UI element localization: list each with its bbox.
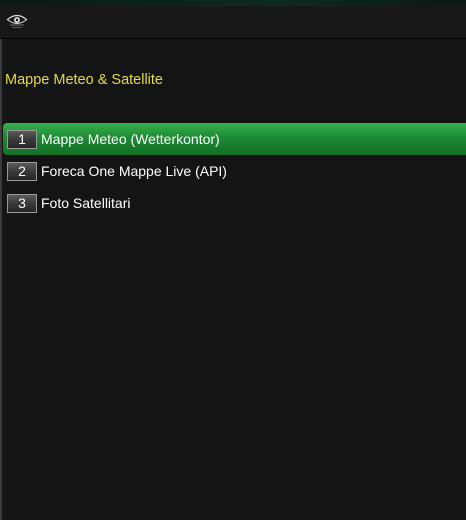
left-edge xyxy=(0,39,2,520)
number-key-2: 2 xyxy=(7,161,37,181)
header-bar xyxy=(0,6,466,39)
number-key-3: 3 xyxy=(7,193,37,213)
eye-logo-icon xyxy=(6,12,28,30)
menu-item-label: Foto Satellitari xyxy=(41,195,131,211)
screen: Mappe Meteo & Satellite 1 Mappe Meteo (W… xyxy=(0,0,466,520)
page-title: Mappe Meteo & Satellite xyxy=(5,72,163,88)
menu-item-foto-satellitari[interactable]: 3 Foto Satellitari xyxy=(3,187,466,219)
menu-item-mappe-meteo[interactable]: 1 Mappe Meteo (Wetterkontor) xyxy=(3,123,466,155)
menu-item-label: Mappe Meteo (Wetterkontor) xyxy=(41,131,220,147)
menu-item-label: Foreca One Mappe Live (API) xyxy=(41,163,227,179)
menu-list: 1 Mappe Meteo (Wetterkontor) 2 Foreca On… xyxy=(3,123,466,219)
number-key-1: 1 xyxy=(7,129,37,149)
menu-item-foreca-live[interactable]: 2 Foreca One Mappe Live (API) xyxy=(3,155,466,187)
